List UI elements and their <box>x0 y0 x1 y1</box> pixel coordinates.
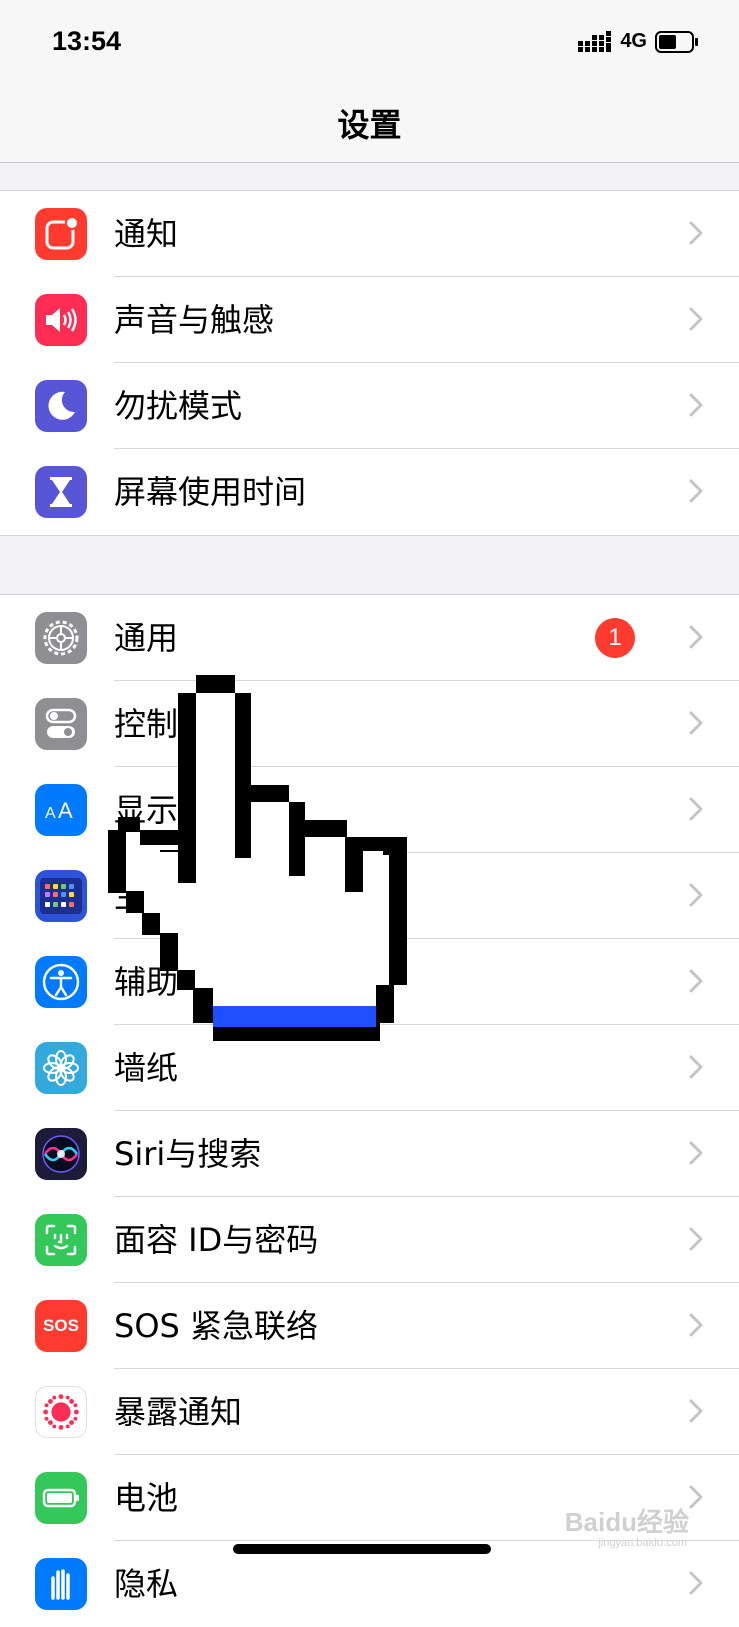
row-label: 屏幕使用时间 <box>114 473 307 511</box>
row-label: 面容 ID与密码 <box>114 1221 319 1259</box>
chevron-right-icon <box>689 479 703 503</box>
chevron-right-icon <box>689 711 703 735</box>
settings-row-do-not-disturb[interactable]: 勿扰模式 <box>0 363 739 449</box>
row-label: 电池 <box>114 1479 179 1517</box>
row-label: 主 <box>114 877 147 915</box>
svg-text:A: A <box>58 798 73 823</box>
chevron-right-icon <box>689 1399 703 1423</box>
hourglass-icon <box>35 466 87 518</box>
settings-row-sounds[interactable]: 声音与触感 <box>0 277 739 363</box>
signal-icon <box>578 30 612 52</box>
settings-row-general[interactable]: 通用 1 <box>0 595 739 681</box>
speaker-icon <box>35 294 87 346</box>
row-label: SOS 紧急联络 <box>114 1307 318 1345</box>
status-bar: 13:54 4G <box>0 0 739 90</box>
status-time: 13:54 <box>52 26 122 56</box>
text-size-icon: A A <box>35 784 87 836</box>
notification-icon <box>35 208 87 260</box>
siri-icon <box>35 1128 87 1180</box>
settings-row-home-screen[interactable]: 主 <box>0 853 739 939</box>
toggle-icon <box>35 698 87 750</box>
chevron-right-icon <box>689 797 703 821</box>
exposure-icon <box>35 1386 87 1438</box>
gear-icon <box>35 612 87 664</box>
settings-row-wallpaper[interactable]: 墙纸 <box>0 1025 739 1111</box>
navigation-bar: 设置 <box>0 90 739 163</box>
row-label: 声音与触感 <box>114 301 275 339</box>
page-title: 设置 <box>337 106 402 144</box>
status-indicators: 4G <box>578 30 699 53</box>
settings-row-display[interactable]: A A 显示 <box>0 767 739 853</box>
flower-icon <box>35 1042 87 1094</box>
settings-row-siri[interactable]: Siri与搜索 <box>0 1111 739 1197</box>
chevron-right-icon <box>689 1055 703 1079</box>
face-id-icon <box>35 1214 87 1266</box>
row-label: 通知 <box>114 215 179 253</box>
chevron-right-icon <box>689 1313 703 1337</box>
settings-row-accessibility[interactable]: 辅助 <box>0 939 739 1025</box>
sos-icon: SOS <box>35 1300 87 1352</box>
settings-row-face-id[interactable]: 面容 ID与密码 <box>0 1197 739 1283</box>
chevron-right-icon <box>689 1485 703 1509</box>
settings-row-screen-time[interactable]: 屏幕使用时间 <box>0 449 739 535</box>
settings-row-emergency-sos[interactable]: SOS SOS 紧急联络 <box>0 1283 739 1369</box>
accessibility-icon <box>35 956 87 1008</box>
settings-row-exposure-notifications[interactable]: 暴露通知 <box>0 1369 739 1455</box>
watermark-url: jingyan.baidu.com <box>598 1537 687 1549</box>
settings-group-1: 通知 声音与触感 勿扰模式 屏幕使用时间 <box>0 190 739 536</box>
row-label: 辅助 <box>114 963 179 1001</box>
row-label: 墙纸 <box>114 1049 179 1087</box>
settings-group-2: 通用 1 控制 A A 显示 主 辅助 墙纸 Siri与搜索 面容 ID与密码 … <box>0 594 739 1627</box>
chevron-right-icon <box>689 1571 703 1595</box>
battery-icon <box>35 1472 87 1524</box>
row-label: 显示 <box>114 791 179 829</box>
battery-status-icon <box>655 30 698 53</box>
settings-row-control-center[interactable]: 控制 <box>0 681 739 767</box>
row-label: 暴露通知 <box>114 1393 243 1431</box>
sos-icon-text: SOS <box>43 1316 79 1335</box>
chevron-right-icon <box>689 1141 703 1165</box>
chevron-right-icon <box>689 883 703 907</box>
row-label: Siri与搜索 <box>114 1135 262 1173</box>
chevron-right-icon <box>689 1227 703 1251</box>
chevron-right-icon <box>689 221 703 245</box>
notification-badge: 1 <box>595 618 635 658</box>
chevron-right-icon <box>689 625 703 649</box>
row-label: 勿扰模式 <box>114 387 243 425</box>
chevron-right-icon <box>689 969 703 993</box>
moon-icon <box>35 380 87 432</box>
hand-icon <box>35 1558 87 1610</box>
row-label: 通用 <box>114 619 179 657</box>
network-type: 4G <box>620 30 647 52</box>
svg-text:A: A <box>45 805 56 822</box>
home-indicator[interactable] <box>233 1544 491 1554</box>
row-label: 控制 <box>114 705 179 743</box>
settings-row-notifications[interactable]: 通知 <box>0 191 739 277</box>
home-grid-icon <box>35 870 87 922</box>
chevron-right-icon <box>689 393 703 417</box>
chevron-right-icon <box>689 307 703 331</box>
row-label: 隐私 <box>114 1565 179 1603</box>
watermark: Baidu经验 <box>564 1507 689 1537</box>
